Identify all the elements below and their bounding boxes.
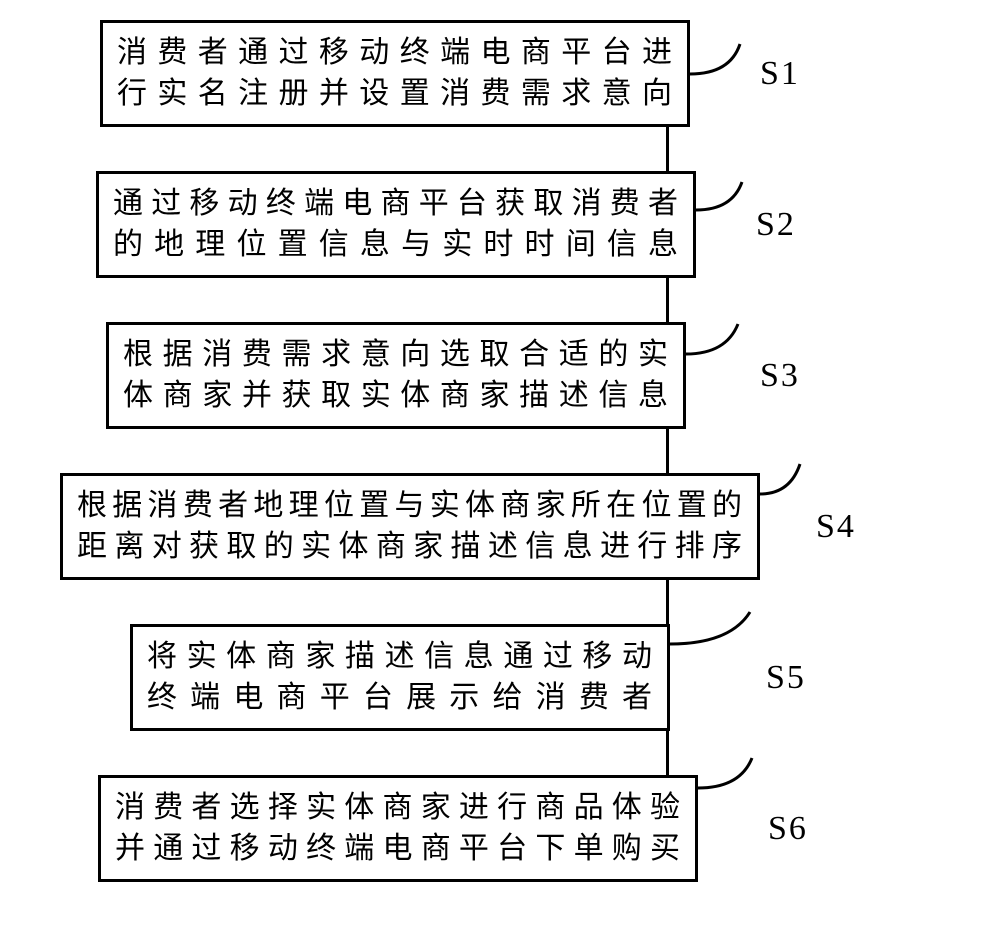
step-row-s3: 根据消费需求意向选取合适的实 体商家并获取实体商家描述信息 S3	[60, 322, 940, 429]
step-text-s4-line2: 距离对获取的实体商家描述信息进行排序	[77, 527, 743, 568]
step-label-s2: S2	[756, 206, 796, 244]
lead-line-s2	[696, 164, 756, 224]
step-text-s3-line1: 根据消费需求意向选取合适的实	[123, 335, 669, 376]
step-box-s2: 通过移动终端电商平台获取消费者 的地理位置信息与实时时间信息	[96, 171, 696, 278]
step-text-s2-line2: 的地理位置信息与实时时间信息	[113, 225, 679, 266]
step-text-s1-line2: 行实名注册并设置消费需求意向	[117, 74, 673, 115]
connector-s3-s4	[60, 429, 940, 473]
step-label-s6: S6	[768, 810, 808, 848]
step-label-s3: S3	[760, 357, 800, 395]
connector-s2-s3	[60, 278, 940, 322]
step-box-s3: 根据消费需求意向选取合适的实 体商家并获取实体商家描述信息	[106, 322, 686, 429]
step-box-s1: 消费者通过移动终端电商平台进 行实名注册并设置消费需求意向	[100, 20, 690, 127]
connector-s1-s2	[60, 127, 940, 171]
step-row-s4: 根据消费者地理位置与实体商家所在位置的 距离对获取的实体商家描述信息进行排序 S…	[60, 473, 940, 580]
step-row-s6: 消费者选择实体商家进行商品体验 并通过移动终端电商平台下单购买 S6	[60, 775, 940, 882]
step-label-s4: S4	[816, 508, 856, 546]
step-text-s5-line1: 将实体商家描述信息通过移动	[147, 637, 653, 678]
step-box-s6: 消费者选择实体商家进行商品体验 并通过移动终端电商平台下单购买	[98, 775, 698, 882]
step-text-s1-line1: 消费者通过移动终端电商平台进	[117, 33, 673, 74]
step-text-s2-line1: 通过移动终端电商平台获取消费者	[113, 184, 679, 225]
step-box-s4: 根据消费者地理位置与实体商家所在位置的 距离对获取的实体商家描述信息进行排序	[60, 473, 760, 580]
step-text-s6-line2: 并通过移动终端电商平台下单购买	[115, 829, 681, 870]
step-row-s5: 将实体商家描述信息通过移动 终端电商平台展示给消费者 S5	[60, 624, 940, 731]
step-row-s1: 消费者通过移动终端电商平台进 行实名注册并设置消费需求意向 S1	[60, 20, 940, 127]
step-row-s2: 通过移动终端电商平台获取消费者 的地理位置信息与实时时间信息 S2	[60, 171, 940, 278]
step-text-s6-line1: 消费者选择实体商家进行商品体验	[115, 788, 681, 829]
connector-s5-s6	[60, 731, 940, 775]
step-text-s5-line2: 终端电商平台展示给消费者	[147, 678, 653, 719]
step-text-s4-line1: 根据消费者地理位置与实体商家所在位置的	[77, 486, 743, 527]
step-label-s1: S1	[760, 55, 800, 93]
step-text-s3-line2: 体商家并获取实体商家描述信息	[123, 376, 669, 417]
flowchart-container: 消费者通过移动终端电商平台进 行实名注册并设置消费需求意向 S1 通过移动终端电…	[60, 20, 940, 882]
connector-s4-s5	[60, 580, 940, 624]
step-label-s5: S5	[766, 659, 806, 697]
step-box-s5: 将实体商家描述信息通过移动 终端电商平台展示给消费者	[130, 624, 670, 731]
lead-line-s1	[690, 24, 760, 84]
